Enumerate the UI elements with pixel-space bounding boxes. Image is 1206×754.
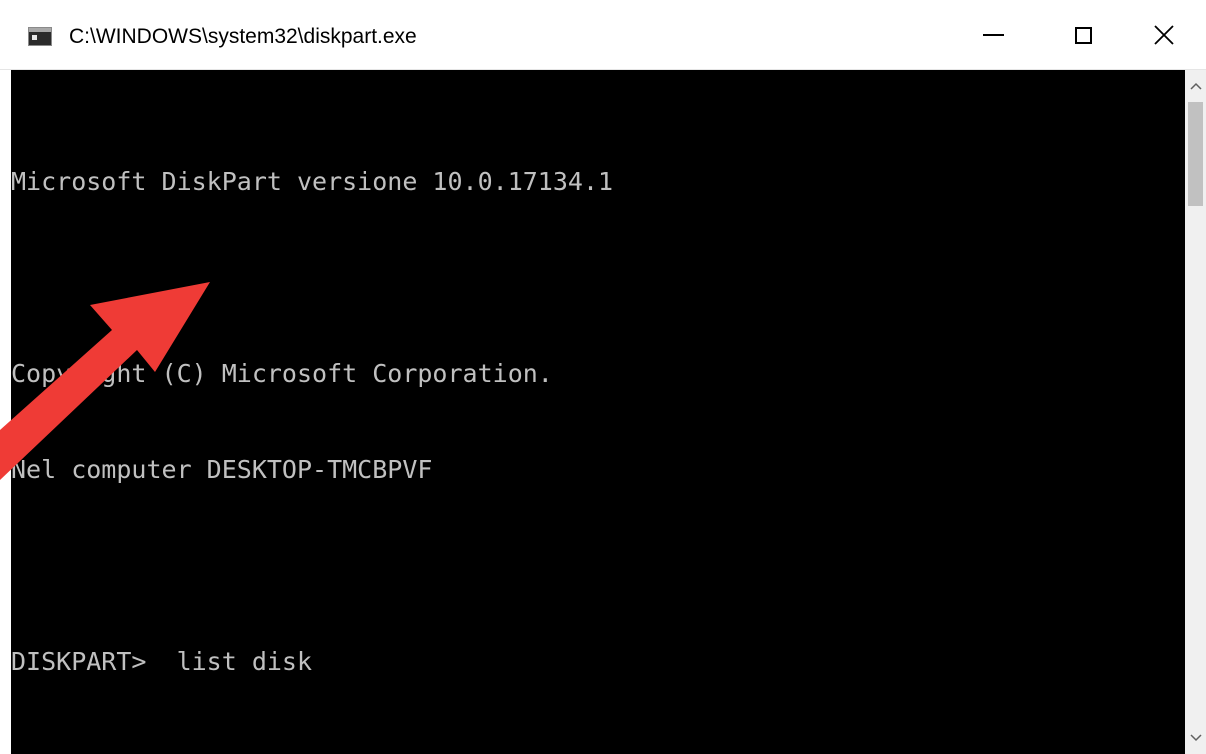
minimize-button[interactable]	[948, 0, 1038, 70]
console-app-icon[interactable]	[28, 27, 52, 46]
scroll-down-button[interactable]	[1185, 722, 1206, 754]
minimize-icon	[982, 34, 1004, 36]
app-icon-title-strip	[29, 28, 51, 32]
console-line: Microsoft DiskPart versione 10.0.17134.1	[11, 167, 614, 196]
window-title: C:\WINDOWS\system32\diskpart.exe	[69, 25, 417, 48]
chevron-down-icon	[1189, 734, 1202, 742]
command-prompt-line[interactable]: DISKPART> list disk	[11, 646, 613, 678]
scroll-up-button[interactable]	[1185, 70, 1206, 102]
close-button[interactable]	[1122, 0, 1206, 70]
console-line: Copyright (C) Microsoft Corporation.	[11, 359, 553, 388]
maximize-button[interactable]	[1038, 0, 1128, 70]
app-icon-cursor	[32, 35, 37, 40]
close-icon	[1154, 25, 1174, 45]
diskpart-window: C:\WINDOWS\system32\diskpart.exe Microso…	[0, 0, 1206, 754]
scroll-thumb[interactable]	[1188, 102, 1203, 206]
console-text: Microsoft DiskPart versione 10.0.17134.1…	[11, 102, 613, 742]
console-output[interactable]: Microsoft DiskPart versione 10.0.17134.1…	[11, 70, 1185, 754]
title-bar[interactable]: C:\WINDOWS\system32\diskpart.exe	[0, 0, 1206, 70]
diskpart-prompt: DISKPART>	[11, 647, 147, 676]
maximize-icon	[1074, 26, 1092, 44]
vertical-scrollbar[interactable]	[1185, 70, 1206, 754]
console-line: Nel computer DESKTOP-TMCBPVF	[11, 455, 433, 484]
typed-command: list disk	[176, 647, 313, 676]
chevron-up-icon	[1189, 82, 1202, 90]
